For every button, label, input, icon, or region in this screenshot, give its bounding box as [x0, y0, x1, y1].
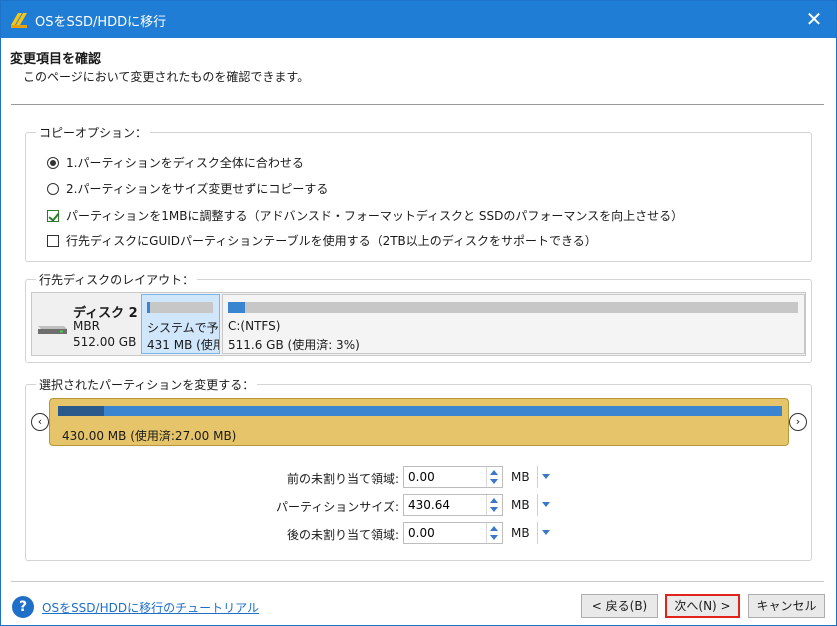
header-divider — [11, 104, 824, 105]
selected-partition-used-fill — [58, 406, 104, 416]
field-unallocated-before: 前の未割り当て領域: MB — [1, 466, 837, 488]
disk-type: MBR — [73, 319, 100, 333]
copy-options-title: コピーオプション： — [36, 124, 151, 141]
partition-usage-fill — [147, 302, 151, 313]
option-copy-without-resize[interactable]: 2.パーティションをサイズ変更せずにコピーする — [47, 180, 328, 197]
spin-up-icon[interactable] — [490, 470, 498, 475]
checkbox-align-1mb[interactable] — [47, 209, 59, 222]
window-title: OSをSSD/HDDに移行 — [35, 15, 167, 30]
spin-arrows[interactable] — [486, 523, 502, 543]
unallocated-after-spinbox[interactable] — [403, 522, 503, 544]
selected-partition-bar[interactable] — [58, 406, 782, 416]
partition-label: システムで予約 — [147, 321, 219, 335]
disk-size: 512.00 GB — [73, 335, 137, 349]
spin-arrows[interactable] — [486, 467, 502, 487]
spin-up-icon[interactable] — [490, 526, 498, 531]
option-label: 2.パーティションをサイズ変更せずにコピーする — [66, 182, 329, 196]
partition-system-reserved[interactable]: システムで予約 431 MB (使用済 — [141, 294, 220, 354]
selected-partition-size: 430.00 MB (使用済:27.00 MB) — [62, 429, 237, 443]
field-unallocated-after: 後の未割り当て領域: MB — [1, 522, 837, 544]
partition-usage-bar — [147, 302, 213, 313]
field-label: パーティションサイズ: — [276, 500, 399, 514]
next-button[interactable]: 次へ(N) > — [665, 594, 740, 618]
field-label: 後の未割り当て領域: — [286, 528, 399, 542]
close-icon[interactable]: ✕ — [802, 7, 826, 31]
page-subtitle: このページにおいて変更されたものを確認できます。 — [23, 70, 310, 84]
option-align-1mb[interactable]: パーティションを1MBに調整する（アドバンスド・フォーマットディスクと SSDの… — [47, 207, 683, 224]
checkbox-use-gpt[interactable] — [47, 234, 59, 247]
unallocated-after-input[interactable] — [408, 526, 484, 540]
app-icon — [11, 13, 27, 28]
spin-down-icon[interactable] — [490, 535, 498, 540]
unit-label: MB — [511, 470, 530, 484]
page-title: 変更項目を確認 — [10, 52, 102, 67]
partition-usage-bar — [228, 302, 798, 313]
titlebar: OSをSSD/HDDに移行 ✕ — [1, 1, 836, 38]
option-label: パーティションを1MBに調整する（アドバンスド・フォーマットディスクと SSDの… — [66, 209, 684, 223]
footer-divider — [11, 581, 824, 582]
page-header: 変更項目を確認 このページにおいて変更されたものを確認できます。 — [1, 38, 836, 106]
partition-size-spinbox[interactable] — [403, 494, 503, 516]
copy-options-group: コピーオプション： 1.パーティションをディスク全体に合わせる 2.パーティショ… — [25, 124, 812, 262]
partition-size-input[interactable] — [408, 498, 484, 512]
partition-usage-fill — [228, 302, 246, 313]
unit-dropdown-icon[interactable] — [537, 522, 551, 544]
change-partition-title: 選択されたパーティションを変更する： — [36, 376, 258, 393]
spin-up-icon[interactable] — [490, 498, 498, 503]
prev-partition-button[interactable]: ‹ — [31, 413, 49, 431]
option-fit-whole-disk[interactable]: 1.パーティションをディスク全体に合わせる — [47, 154, 304, 171]
unit-dropdown-icon[interactable] — [537, 466, 551, 488]
radio-fit-whole-disk[interactable] — [47, 156, 59, 169]
partition-label: C:(NTFS) — [228, 319, 281, 333]
unit-label: MB — [511, 498, 530, 512]
disk-drive-icon — [38, 326, 67, 334]
cancel-button[interactable]: キャンセル — [748, 594, 825, 618]
disk-row: ディスク 2 MBR 512.00 GB システムで予約 431 MB (使用済… — [31, 292, 806, 356]
next-partition-button[interactable]: › — [789, 413, 807, 431]
partition-info: 511.6 GB (使用済: 3%) — [228, 338, 360, 352]
radio-copy-without-resize[interactable] — [47, 182, 59, 195]
disk-layout-title: 行先ディスクのレイアウト： — [36, 271, 198, 288]
selected-partition-panel[interactable]: 430.00 MB (使用済:27.00 MB) — [49, 398, 789, 446]
help-icon[interactable]: ? — [12, 596, 34, 618]
spin-down-icon[interactable] — [490, 479, 498, 484]
option-label: 1.パーティションをディスク全体に合わせる — [66, 156, 304, 170]
disk-info[interactable]: ディスク 2 MBR 512.00 GB — [32, 293, 140, 355]
unallocated-before-spinbox[interactable] — [403, 466, 503, 488]
option-use-gpt[interactable]: 行先ディスクにGUIDパーティションテーブルを使用する（2TB以上のディスクをサ… — [47, 232, 597, 249]
back-button[interactable]: < 戻る(B) — [581, 594, 658, 618]
unallocated-before-input[interactable] — [408, 470, 484, 484]
unit-dropdown-icon[interactable] — [537, 494, 551, 516]
field-partition-size: パーティションサイズ: MB — [1, 494, 837, 516]
unit-label: MB — [511, 526, 530, 540]
partition-info: 431 MB (使用済 — [147, 338, 219, 352]
partition-c-ntfs[interactable]: C:(NTFS) 511.6 GB (使用済: 3%) — [222, 294, 805, 354]
tutorial-link[interactable]: OSをSSD/HDDに移行のチュートリアル — [42, 599, 259, 616]
field-label: 前の未割り当て領域: — [286, 472, 399, 486]
spin-arrows[interactable] — [486, 495, 502, 515]
spin-down-icon[interactable] — [490, 507, 498, 512]
option-label: 行先ディスクにGUIDパーティションテーブルを使用する（2TB以上のディスクをサ… — [66, 234, 597, 248]
disk-layout-group: 行先ディスクのレイアウト： ディスク 2 MBR 512.00 GB システムで… — [25, 271, 812, 363]
migrate-os-dialog: OSをSSD/HDDに移行 ✕ 変更項目を確認 このページにおいて変更されたもの… — [0, 0, 837, 626]
